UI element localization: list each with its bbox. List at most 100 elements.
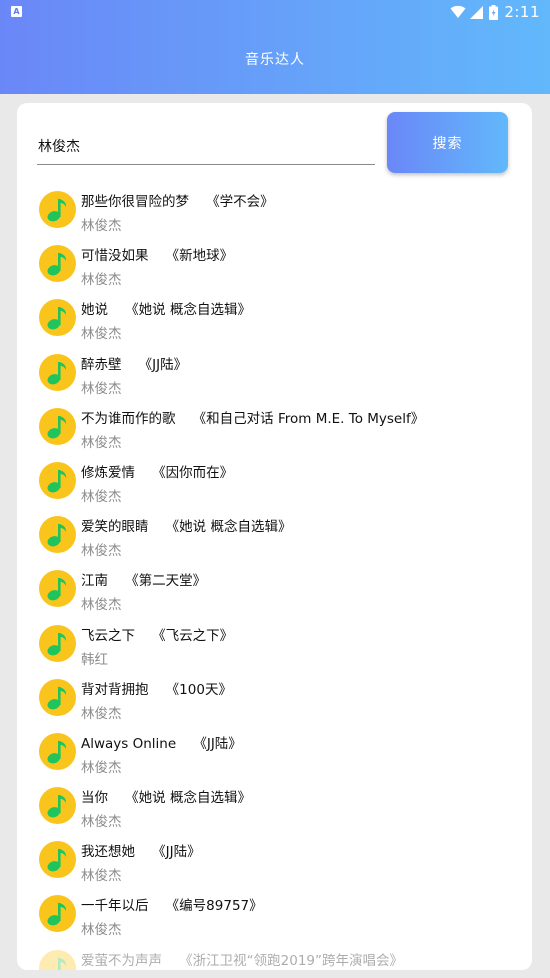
song-title-line: 可惜没如果 《新地球》 xyxy=(81,244,233,264)
song-title-line: 她说 《她说 概念自选辑》 xyxy=(81,298,251,318)
song-title-line: 江南 《第二天堂》 xyxy=(81,569,206,589)
list-item[interactable]: 江南 《第二天堂》 林俊杰 xyxy=(17,562,532,616)
song-title-gap xyxy=(108,790,125,806)
song-title: Always Online xyxy=(81,735,177,752)
search-input[interactable] xyxy=(37,127,375,165)
song-title-line: 当你 《她说 概念自选辑》 xyxy=(81,786,251,806)
song-title: 爱萤不为声声 xyxy=(81,952,162,969)
song-album: 《JJ陆》 xyxy=(138,356,188,373)
status-time: 2:11 xyxy=(504,3,540,21)
song-title: 我还想她 xyxy=(81,844,135,861)
song-title-gap xyxy=(149,248,166,264)
list-item[interactable]: 飞云之下 《飞云之下》 韩红 xyxy=(17,617,532,671)
list-item[interactable]: 醉赤壁 《JJ陆》 林俊杰 xyxy=(17,346,532,400)
song-title-line: 不为谁而作的歌 《和自己对话 From M.E. To Myself》 xyxy=(81,407,424,427)
search-row: 搜索 xyxy=(17,103,532,183)
song-album: 《因你而在》 xyxy=(152,464,234,481)
song-title-line: 爱笑的眼睛 《她说 概念自选辑》 xyxy=(81,515,291,535)
song-title-gap xyxy=(108,573,125,589)
page-title: 音乐达人 xyxy=(245,52,305,68)
song-title-line: 修炼爱情 《因你而在》 xyxy=(81,461,233,481)
song-title-gap xyxy=(135,465,152,481)
status-right-group: 2:11 xyxy=(450,3,540,21)
song-title: 飞云之下 xyxy=(81,627,135,644)
main-card: 搜索 那些你很冒险的梦 《学不会》林俊杰可惜没如果 《新地球》林俊杰她说 《她说… xyxy=(17,103,532,970)
song-title-line: 飞云之下 《飞云之下》 xyxy=(81,624,233,644)
notification-icon: A xyxy=(11,6,22,17)
song-title: 背对背拥抱 xyxy=(81,681,149,698)
song-title-line: 爱萤不为声声 《浙江卫视“领跑2019”跨年演唱会》 xyxy=(81,949,403,969)
song-title: 当你 xyxy=(81,790,108,807)
music-note-icon xyxy=(39,732,76,770)
song-album: 《第二天堂》 xyxy=(125,573,207,590)
song-album: 《和自己对话 From M.E. To Myself》 xyxy=(192,410,425,427)
song-title: 醉赤壁 xyxy=(81,356,122,373)
song-artist: 林俊杰 xyxy=(81,543,122,560)
song-album: 《100天》 xyxy=(165,681,232,698)
music-note-icon xyxy=(39,245,76,283)
list-item[interactable]: 可惜没如果 《新地球》 林俊杰 xyxy=(17,237,532,291)
music-note-icon xyxy=(39,299,76,337)
song-album: 《她说 概念自选辑》 xyxy=(125,790,251,807)
song-title-gap xyxy=(149,519,166,535)
song-artist: 林俊杰 xyxy=(81,272,122,289)
list-item[interactable]: 不为谁而作的歌 《和自己对话 From M.E. To Myself》 林俊杰 xyxy=(17,400,532,454)
song-title: 修炼爱情 xyxy=(81,464,135,481)
song-artist: 林俊杰 xyxy=(81,434,122,451)
song-title-gap xyxy=(176,411,193,427)
song-title-gap xyxy=(149,898,166,914)
music-note-icon xyxy=(39,407,76,445)
battery-icon xyxy=(489,4,499,20)
wifi-icon xyxy=(450,5,466,18)
song-title: 可惜没如果 xyxy=(81,248,149,265)
search-button[interactable]: 搜索 xyxy=(387,112,508,173)
song-title: 不为谁而作的歌 xyxy=(81,410,176,427)
song-album: 《新地球》 xyxy=(165,248,234,265)
music-note-icon xyxy=(39,949,76,970)
song-title: 她说 xyxy=(81,302,108,319)
list-item[interactable]: 那些你很冒险的梦 《学不会》 林俊杰 xyxy=(17,183,532,237)
song-artist: 韩红 xyxy=(81,651,108,668)
song-artist: 林俊杰 xyxy=(81,922,122,939)
music-note-icon xyxy=(39,841,76,879)
song-album: 《浙江卫视“领跑2019”跨年演唱会》 xyxy=(179,952,404,969)
song-title-gap xyxy=(162,953,179,969)
song-title: 那些你很冒险的梦 xyxy=(81,194,189,210)
song-title-gap xyxy=(176,736,193,752)
app-header: A 2:11 音乐达人 xyxy=(0,0,550,94)
song-artist: 林俊杰 xyxy=(81,814,122,831)
song-title: 爱笑的眼睛 xyxy=(81,519,149,536)
music-note-icon xyxy=(39,895,76,933)
music-note-icon xyxy=(39,787,76,825)
music-note-icon xyxy=(39,516,76,554)
song-album: 《JJ陆》 xyxy=(193,735,242,752)
list-item[interactable]: 爱笑的眼睛 《她说 概念自选辑》 林俊杰 xyxy=(17,508,532,562)
song-album: 《学不会》 xyxy=(206,194,274,210)
song-title-line: 背对背拥抱 《100天》 xyxy=(81,678,232,698)
list-item[interactable]: 我还想她 《JJ陆》 林俊杰 xyxy=(17,833,532,887)
music-note-icon xyxy=(39,678,76,716)
song-artist: 林俊杰 xyxy=(81,868,122,885)
music-note-icon xyxy=(39,353,76,391)
music-note-icon xyxy=(39,570,76,608)
song-title: 一千年以后 xyxy=(81,898,149,915)
song-title-gap xyxy=(135,628,152,644)
song-list[interactable]: 那些你很冒险的梦 《学不会》 林俊杰 可惜没如果 《新地球》 林俊杰 她说 《她说 概念… xyxy=(17,183,532,970)
list-item[interactable]: 爱萤不为声声 《浙江卫视“领跑2019”跨年演唱会》 xyxy=(17,942,532,970)
list-item[interactable]: 她说 《她说 概念自选辑》 林俊杰 xyxy=(17,291,532,345)
song-title-gap xyxy=(189,194,206,210)
song-title-gap xyxy=(122,357,139,373)
song-album: 《她说 概念自选辑》 xyxy=(125,302,251,319)
song-title-line: 那些你很冒险的梦 《学不会》 xyxy=(81,190,274,210)
song-title-gap xyxy=(108,302,125,318)
list-item[interactable]: 背对背拥抱 《100天》 林俊杰 xyxy=(17,671,532,725)
list-item[interactable]: 一千年以后 《编号89757》 林俊杰 xyxy=(17,887,532,941)
song-title-line: 醉赤壁 《JJ陆》 xyxy=(81,353,187,373)
song-artist: 林俊杰 xyxy=(81,705,122,722)
list-item[interactable]: 修炼爱情 《因你而在》 林俊杰 xyxy=(17,454,532,508)
song-title-line: 我还想她 《JJ陆》 xyxy=(81,840,201,860)
music-note-icon xyxy=(39,191,76,228)
song-album: 《飞云之下》 xyxy=(152,627,234,644)
list-item[interactable]: Always Online 《JJ陆》 林俊杰 xyxy=(17,725,532,779)
list-item[interactable]: 当你 《她说 概念自选辑》 林俊杰 xyxy=(17,779,532,833)
